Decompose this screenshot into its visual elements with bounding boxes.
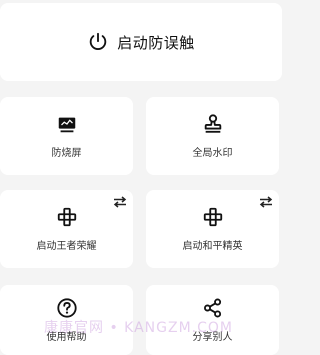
launch-honor-of-kings-tile[interactable]: 启动王者荣耀	[0, 190, 133, 268]
swap-icon[interactable]	[259, 196, 273, 208]
start-anti-touch-label: 启动防误触	[117, 33, 195, 52]
gamepad-icon	[203, 207, 222, 227]
share-icon	[203, 298, 221, 318]
tile-label: 全局水印	[192, 148, 233, 159]
burn-in-protection-tile[interactable]: 防烧屏	[0, 97, 133, 175]
tile-label: 使用帮助	[46, 332, 87, 343]
swap-icon[interactable]	[113, 196, 127, 208]
tile-label: 分享别人	[192, 332, 233, 343]
power-icon	[89, 32, 107, 50]
tile-label: 启动和平精英	[182, 241, 243, 252]
share-tile[interactable]: 分享别人	[146, 285, 279, 355]
launch-peace-elite-tile[interactable]: 启动和平精英	[146, 190, 279, 268]
gamepad-icon	[57, 207, 76, 227]
help-icon	[56, 298, 77, 318]
monitor-icon	[58, 117, 75, 133]
global-watermark-tile[interactable]: 全局水印	[146, 97, 279, 175]
stamp-icon	[204, 114, 221, 133]
start-anti-touch-button[interactable]: 启动防误触	[0, 3, 282, 81]
tile-label: 启动王者荣耀	[36, 241, 97, 252]
tile-label: 防烧屏	[51, 148, 82, 159]
help-tile[interactable]: 使用帮助	[0, 285, 133, 355]
